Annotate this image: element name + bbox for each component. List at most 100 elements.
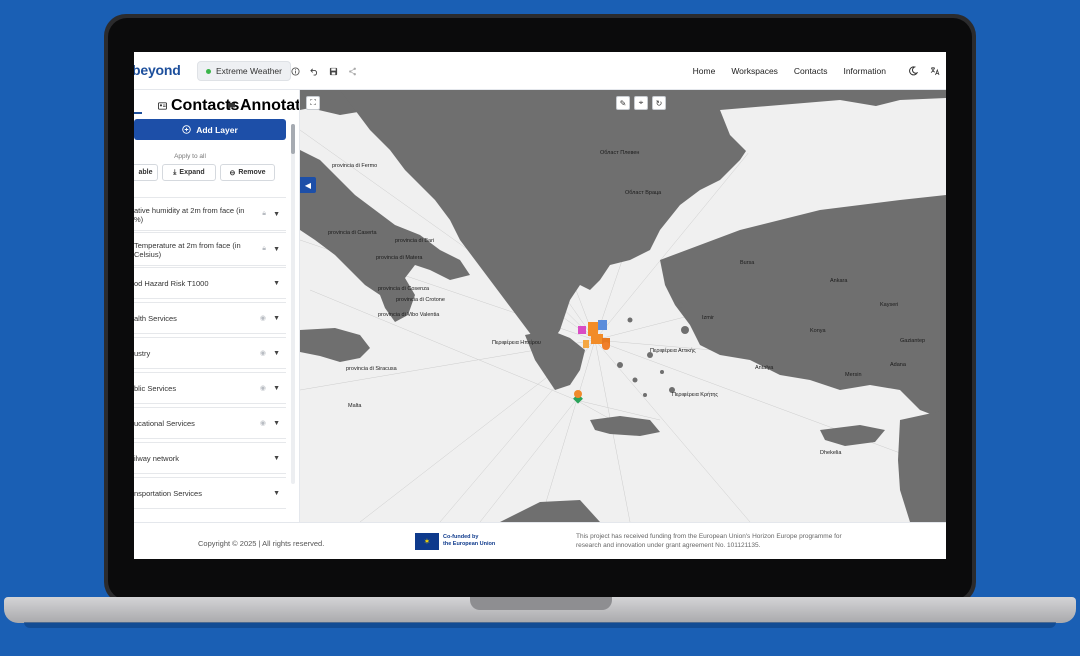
main-nav: Home Workspaces Contacts Information bbox=[693, 52, 886, 90]
map-label: Περιφέρεια Αττικής bbox=[650, 348, 696, 354]
copyright-text: Copyright © 2025 | All rights reserved. bbox=[198, 539, 325, 548]
undo-icon[interactable] bbox=[307, 64, 321, 78]
map-label: provincia di Matera bbox=[376, 255, 423, 261]
eye-icon[interactable]: ◉ bbox=[260, 349, 266, 357]
layer-row-health-services[interactable]: alth Services ◉ ▼ bbox=[134, 302, 286, 334]
nav-contacts[interactable]: Contacts bbox=[794, 66, 828, 76]
status-dot-icon bbox=[206, 68, 211, 74]
app-header: beyond Extreme Weather Home Workspaces C… bbox=[134, 52, 946, 90]
save-icon[interactable] bbox=[326, 64, 340, 78]
layer-sidebar: Contacts Annotations Add Layer Apply to … bbox=[134, 90, 300, 522]
rotate-icon[interactable]: ↻ bbox=[652, 96, 666, 110]
map-label: provincia di Bari bbox=[395, 238, 435, 244]
map-label: Adana bbox=[890, 362, 906, 368]
disable-all-label: able bbox=[138, 169, 153, 176]
chevron-down-icon[interactable]: ▼ bbox=[273, 211, 280, 218]
eye-icon[interactable]: ◉ bbox=[260, 314, 266, 322]
layer-title: blic Services bbox=[134, 383, 177, 393]
chevron-down-icon[interactable]: ▼ bbox=[273, 385, 280, 392]
map-label: Izmir bbox=[702, 315, 714, 321]
eu-line-2: the European Union bbox=[443, 541, 496, 547]
chevron-down-icon[interactable]: ▼ bbox=[273, 455, 280, 462]
layer-title: ilway network bbox=[134, 453, 180, 463]
eye-icon[interactable]: ◉ bbox=[260, 384, 266, 392]
map-label: provincia di Siracusa bbox=[346, 366, 397, 372]
map-label: Antalya bbox=[755, 365, 774, 371]
layer-row-railway-network[interactable]: ilway network ▼ bbox=[134, 442, 286, 474]
expand-all-label: Expand bbox=[179, 169, 205, 176]
layer-title: ucational Services bbox=[134, 418, 195, 428]
map-view[interactable]: provincia di Fermo provincia di Caserta … bbox=[300, 90, 946, 522]
collapse-sidebar-icon[interactable]: ◀ bbox=[300, 177, 316, 193]
map-label: Konya bbox=[810, 328, 826, 334]
chevron-down-icon[interactable]: ▼ bbox=[273, 420, 280, 427]
translate-icon[interactable] bbox=[927, 63, 943, 79]
map-label: provincia di Cosenza bbox=[378, 286, 430, 292]
app-footer: Copyright © 2025 | All rights reserved. … bbox=[134, 522, 946, 559]
map-label: Ankara bbox=[830, 278, 848, 284]
layer-title: od Hazard Risk T1000 bbox=[134, 278, 209, 288]
app-screen: beyond Extreme Weather Home Workspaces C… bbox=[134, 52, 946, 559]
map-label: provincia di Vibo Valentia bbox=[378, 312, 440, 318]
chevron-down-icon[interactable]: ▼ bbox=[273, 280, 280, 287]
layer-title: alth Services bbox=[134, 313, 177, 323]
funding-text: This project has received funding from t… bbox=[576, 532, 896, 550]
laptop-shadow bbox=[24, 622, 1056, 628]
lasso-icon[interactable]: ⌖ bbox=[634, 96, 648, 110]
info-icon[interactable] bbox=[288, 64, 302, 78]
active-tab-indicator bbox=[134, 112, 142, 114]
map-label: Malta bbox=[348, 403, 362, 409]
laptop-notch bbox=[470, 597, 612, 610]
funding-line-2: research and innovation under grant agre… bbox=[576, 542, 761, 549]
lock-icon[interactable]: 🔒︎ bbox=[262, 245, 266, 253]
map-label: Kayseri bbox=[880, 302, 899, 308]
workspace-chip[interactable]: Extreme Weather bbox=[197, 61, 291, 81]
eu-line-1: Co-funded by bbox=[443, 534, 479, 540]
layer-title: ustry bbox=[134, 348, 151, 358]
theme-toggle-icon[interactable] bbox=[905, 63, 921, 79]
layer-row-humidity[interactable]: ative humidity at 2m from face (in %) 🔒︎… bbox=[134, 197, 286, 231]
share-icon[interactable] bbox=[345, 64, 359, 78]
layer-row-transportation-services[interactable]: nsportation Services ▼ bbox=[134, 477, 286, 509]
sidebar-scrollbar-thumb[interactable] bbox=[291, 124, 295, 154]
layer-title: Temperature at 2m from face (in Celsius) bbox=[134, 241, 241, 259]
eye-icon[interactable]: ◉ bbox=[260, 419, 266, 427]
layer-title: ative humidity at 2m from face (in %) bbox=[134, 206, 245, 224]
map-label: provincia di Fermo bbox=[332, 163, 378, 169]
tab-annotations[interactable]: Annotations bbox=[227, 97, 300, 115]
expand-all-button[interactable]: ⤓ Expand bbox=[162, 164, 216, 181]
layer-row-educational-services[interactable]: ucational Services ◉ ▼ bbox=[134, 407, 286, 439]
map-label: Gaziantep bbox=[900, 338, 926, 344]
nav-home[interactable]: Home bbox=[693, 66, 716, 76]
remove-all-button[interactable]: ⊖ Remove bbox=[220, 164, 275, 181]
nav-workspaces[interactable]: Workspaces bbox=[731, 66, 778, 76]
layer-row-public-services[interactable]: blic Services ◉ ▼ bbox=[134, 372, 286, 404]
map-label: Mersin bbox=[845, 372, 862, 378]
plus-circle-icon bbox=[182, 125, 191, 134]
map-label: Област Враца bbox=[625, 190, 662, 196]
fullscreen-icon[interactable]: ⛶ bbox=[306, 96, 320, 110]
add-layer-button[interactable]: Add Layer bbox=[134, 119, 286, 140]
app-logo[interactable]: beyond bbox=[134, 62, 181, 78]
chevron-down-icon[interactable]: ▼ bbox=[273, 490, 280, 497]
disable-all-button[interactable]: able bbox=[134, 164, 158, 181]
add-layer-label: Add Layer bbox=[196, 124, 238, 135]
annotations-icon bbox=[227, 102, 236, 110]
map-label: provincia di Caserta bbox=[328, 230, 377, 236]
chevron-down-icon[interactable]: ▼ bbox=[273, 315, 280, 322]
chevron-down-icon[interactable]: ▼ bbox=[273, 246, 280, 253]
tab-annotations-label: Annotations bbox=[240, 97, 300, 114]
chevron-down-icon[interactable]: ▼ bbox=[273, 350, 280, 357]
sidebar-scrollbar-track[interactable] bbox=[291, 124, 295, 484]
layer-row-temperature[interactable]: Temperature at 2m from face (in Celsius)… bbox=[134, 232, 286, 266]
layer-title: nsportation Services bbox=[134, 488, 202, 498]
map-label: Област Плевен bbox=[600, 150, 640, 156]
draw-icon[interactable]: ✎ bbox=[616, 96, 630, 110]
apply-to-all-label: Apply to all bbox=[174, 153, 206, 160]
layer-row-industry[interactable]: ustry ◉ ▼ bbox=[134, 337, 286, 369]
lock-icon[interactable]: 🔒︎ bbox=[262, 210, 266, 218]
workspace-chip-label: Extreme Weather bbox=[216, 66, 282, 76]
remove-all-label: Remove bbox=[238, 169, 266, 176]
layer-row-flood-hazard[interactable]: od Hazard Risk T1000 ▼ bbox=[134, 267, 286, 299]
nav-information[interactable]: Information bbox=[843, 66, 886, 76]
